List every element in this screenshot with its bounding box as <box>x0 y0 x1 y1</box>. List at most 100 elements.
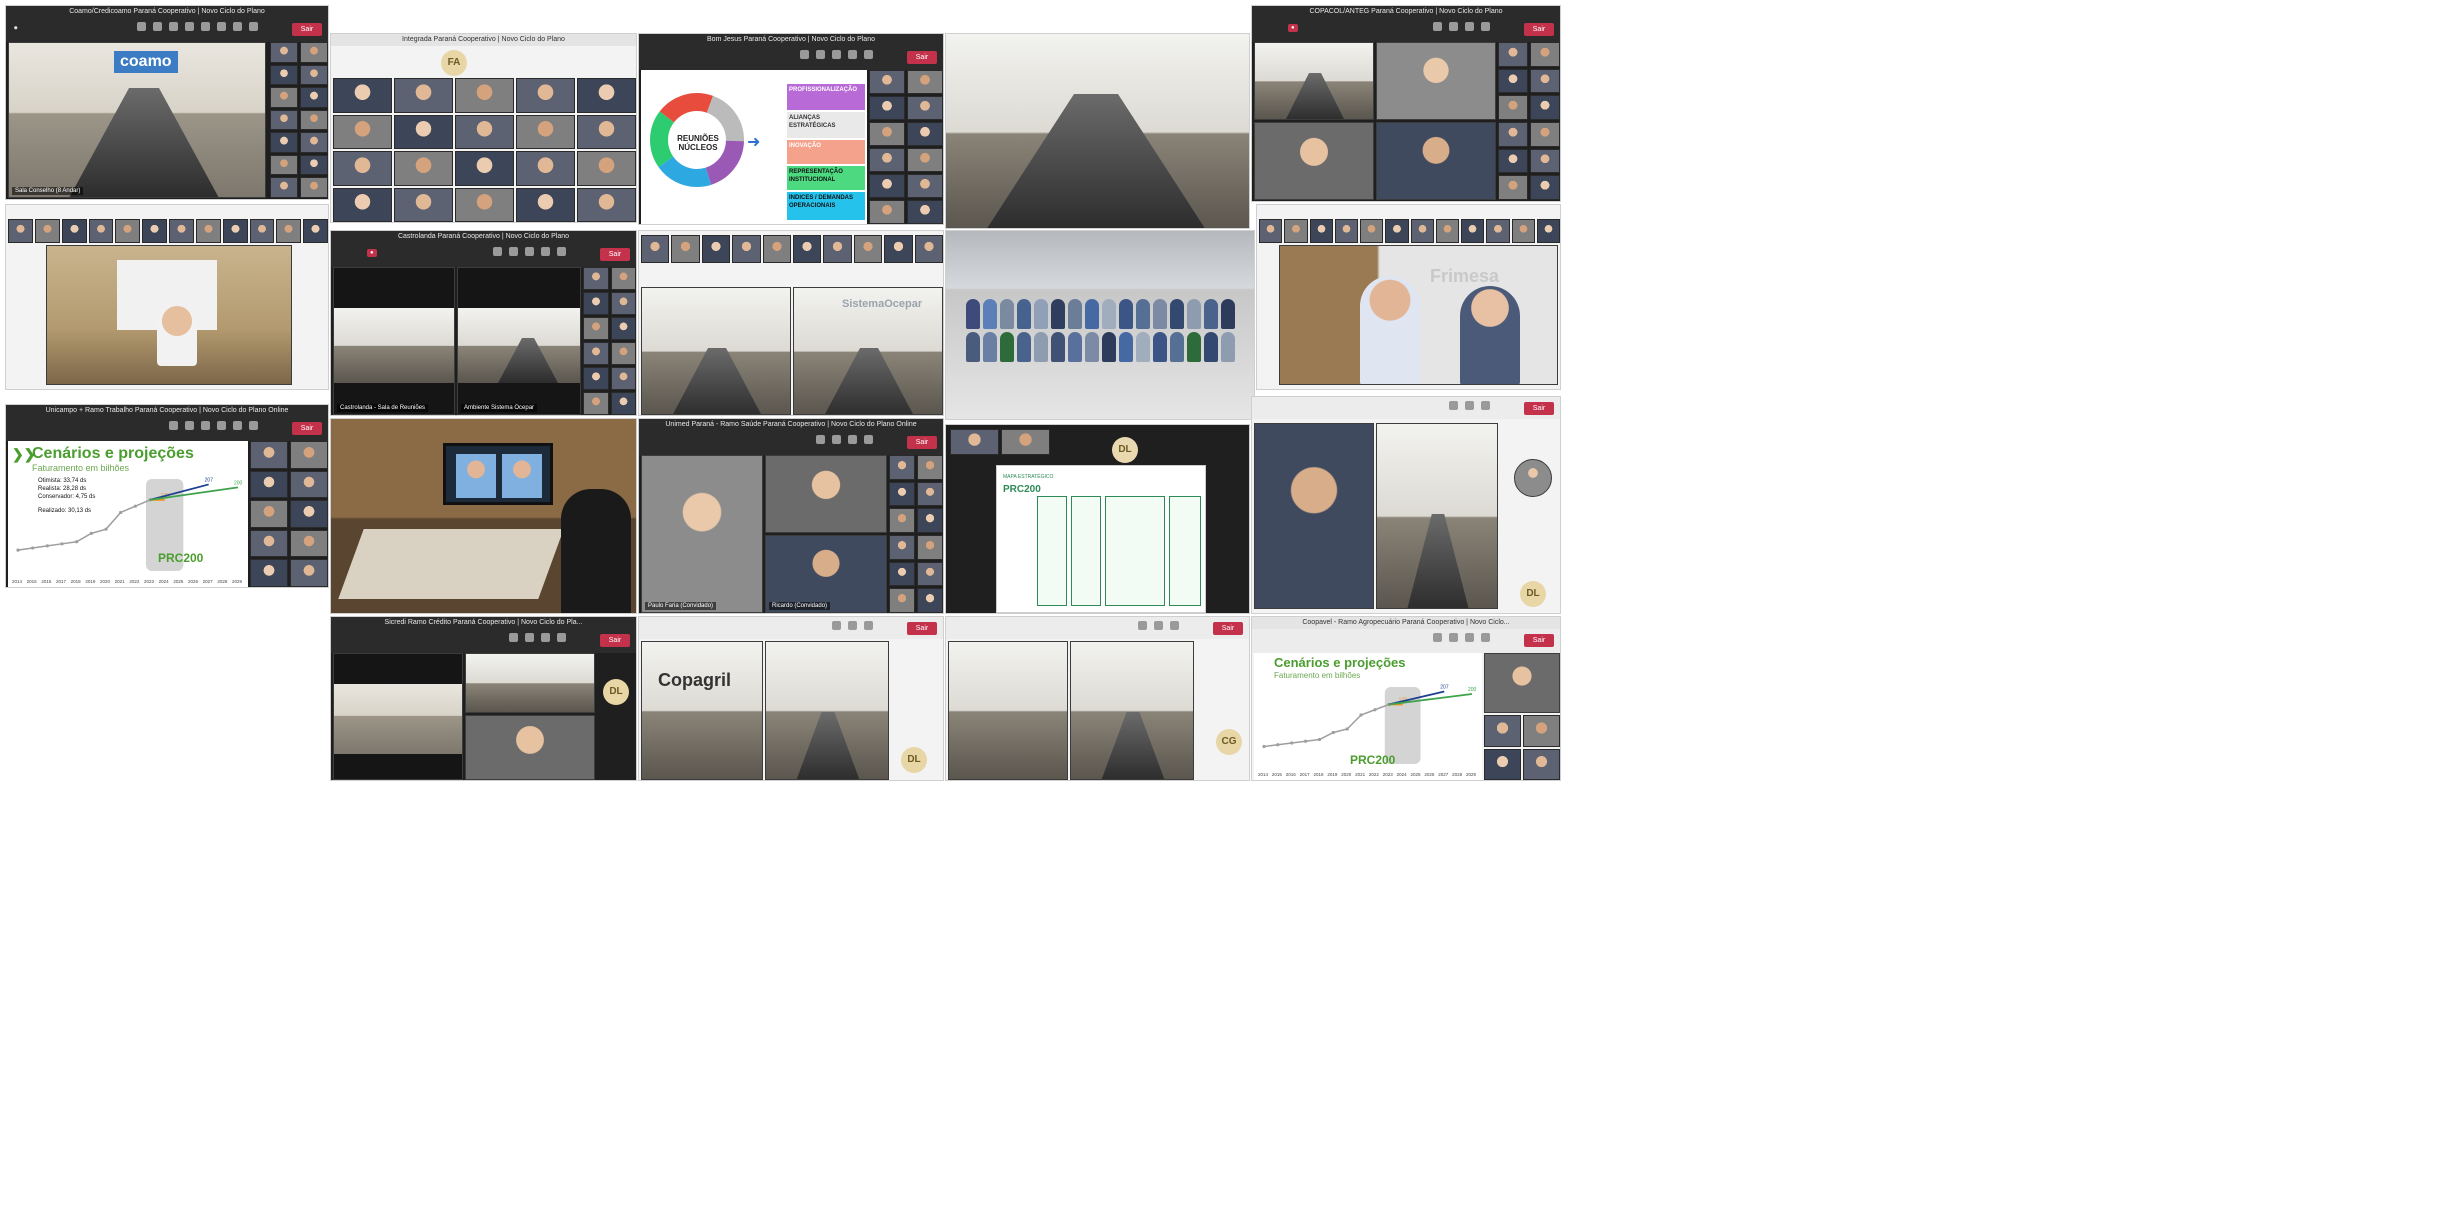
mic-icon[interactable] <box>864 50 873 59</box>
people-icon[interactable] <box>1449 633 1458 642</box>
camera-icon[interactable] <box>1465 633 1474 642</box>
video-left <box>948 641 1068 780</box>
people-icon[interactable] <box>509 247 518 256</box>
mic-icon[interactable] <box>541 247 550 256</box>
camera-icon[interactable] <box>525 247 534 256</box>
x-tick-label: 2023 <box>144 579 155 584</box>
mic-icon[interactable] <box>557 633 566 642</box>
share-icon[interactable] <box>249 22 258 31</box>
leave-button[interactable]: Sair <box>907 51 937 64</box>
people-icon[interactable] <box>1465 401 1474 410</box>
x-tick-label: 2014 <box>12 579 23 584</box>
point-realizado <box>1359 713 1363 717</box>
camera-icon[interactable] <box>1481 401 1490 410</box>
chat-icon[interactable] <box>1449 401 1458 410</box>
series-realizado <box>17 499 151 551</box>
chat-icon[interactable] <box>832 621 841 630</box>
people-icon[interactable] <box>848 621 857 630</box>
leave-button[interactable]: Sair <box>1524 402 1554 415</box>
camera-icon[interactable] <box>217 22 226 31</box>
react-icon[interactable] <box>169 22 178 31</box>
camera-icon[interactable] <box>217 421 226 430</box>
chat-icon[interactable] <box>137 22 146 31</box>
slide-box-profissionalizacao: PROFISSIONALIZAÇÃO <box>787 84 865 110</box>
participant-grid <box>869 70 943 224</box>
more-icon[interactable] <box>201 22 210 31</box>
toolbar-icons <box>816 435 873 444</box>
brand-logo: Copagril <box>658 670 732 690</box>
window-title: Bom Jesus Paraná Cooperativo | Novo Cicl… <box>639 34 943 46</box>
mic-icon[interactable] <box>1481 633 1490 642</box>
video-right <box>765 641 889 780</box>
camera-icon[interactable] <box>848 50 857 59</box>
x-tick-label: 2019 <box>85 579 96 584</box>
video-main: coamo Sala Conselho (8 Andar) <box>8 42 266 198</box>
people-icon[interactable] <box>816 50 825 59</box>
participant-avatar: FA <box>441 50 467 76</box>
tile-unicampo: Unicampo + Ramo Trabalho Paraná Cooperat… <box>5 404 329 588</box>
video-participant <box>1254 423 1374 609</box>
tile-coamo: Coamo/Credicoamo Paraná Cooperativo | No… <box>5 5 329 200</box>
crowd <box>966 299 1236 362</box>
view-icon[interactable] <box>185 22 194 31</box>
chat-icon[interactable] <box>1433 633 1442 642</box>
leave-button[interactable]: Sair <box>292 422 322 435</box>
chat-icon[interactable] <box>1138 621 1147 630</box>
meeting-toolbar: ⏺ Sair <box>6 18 328 42</box>
shared-slide: REUNIÕES NÚCLEOS ➜ PROFISSIONALIZAÇÃO AL… <box>641 70 867 224</box>
meeting-table <box>69 88 219 197</box>
camera-icon[interactable] <box>864 621 873 630</box>
chat-icon[interactable] <box>1433 22 1442 31</box>
leave-button[interactable]: Sair <box>292 23 322 36</box>
x-tick-label: 2028 <box>217 579 228 584</box>
people-icon[interactable] <box>1154 621 1163 630</box>
chat-icon[interactable] <box>493 247 502 256</box>
people-icon[interactable] <box>153 22 162 31</box>
leave-button[interactable]: Sair <box>1524 634 1554 647</box>
chat-icon[interactable] <box>800 50 809 59</box>
leave-button[interactable]: Sair <box>907 622 937 635</box>
react-icon[interactable] <box>201 421 210 430</box>
series-realizado <box>1263 703 1390 748</box>
people-icon[interactable] <box>1449 22 1458 31</box>
share-icon[interactable] <box>557 247 566 256</box>
x-tick-label: 2015 <box>1272 772 1283 777</box>
tile-gallery-top: Integrada Paraná Cooperativo | Novo Cicl… <box>330 33 637 223</box>
point-realizado <box>60 542 64 546</box>
people-icon[interactable] <box>185 421 194 430</box>
participant-grid <box>1498 42 1560 200</box>
video-left <box>641 287 791 415</box>
mic-icon[interactable] <box>233 22 242 31</box>
mic-icon[interactable] <box>233 421 242 430</box>
participant-grid <box>250 441 328 587</box>
people-icon[interactable] <box>832 435 841 444</box>
mic-icon[interactable] <box>1481 22 1490 31</box>
point-realizado <box>1304 739 1308 743</box>
x-tick-label: 2027 <box>203 579 214 584</box>
video-participant <box>765 455 887 533</box>
meeting-toolbar: ● Sair <box>1252 18 1560 42</box>
chat-icon[interactable] <box>169 421 178 430</box>
strategy-map: PRC200 MAPA ESTRATÉGICO <box>996 465 1206 613</box>
leave-button[interactable]: Sair <box>1524 23 1554 36</box>
leave-button[interactable]: Sair <box>907 436 937 449</box>
video-participant <box>1376 122 1496 200</box>
window-title: Unimed Paraná - Ramo Saúde Paraná Cooper… <box>639 419 943 431</box>
react-icon[interactable] <box>832 50 841 59</box>
camera-icon[interactable] <box>1465 22 1474 31</box>
chat-icon[interactable] <box>509 633 518 642</box>
toolbar-icons <box>1138 621 1179 630</box>
mic-icon[interactable] <box>864 435 873 444</box>
recording-badge: ● <box>1288 24 1298 32</box>
tile-frimesa: Frimesa <box>1256 204 1561 390</box>
leave-button[interactable]: Sair <box>600 634 630 647</box>
leave-button[interactable]: Sair <box>1213 622 1243 635</box>
share-icon[interactable] <box>249 421 258 430</box>
people-icon[interactable] <box>525 633 534 642</box>
chat-icon[interactable] <box>816 435 825 444</box>
camera-icon[interactable] <box>848 435 857 444</box>
camera-icon[interactable] <box>1170 621 1179 630</box>
camera-icon[interactable] <box>541 633 550 642</box>
x-tick-label: 2017 <box>56 579 67 584</box>
leave-button[interactable]: Sair <box>600 248 630 261</box>
